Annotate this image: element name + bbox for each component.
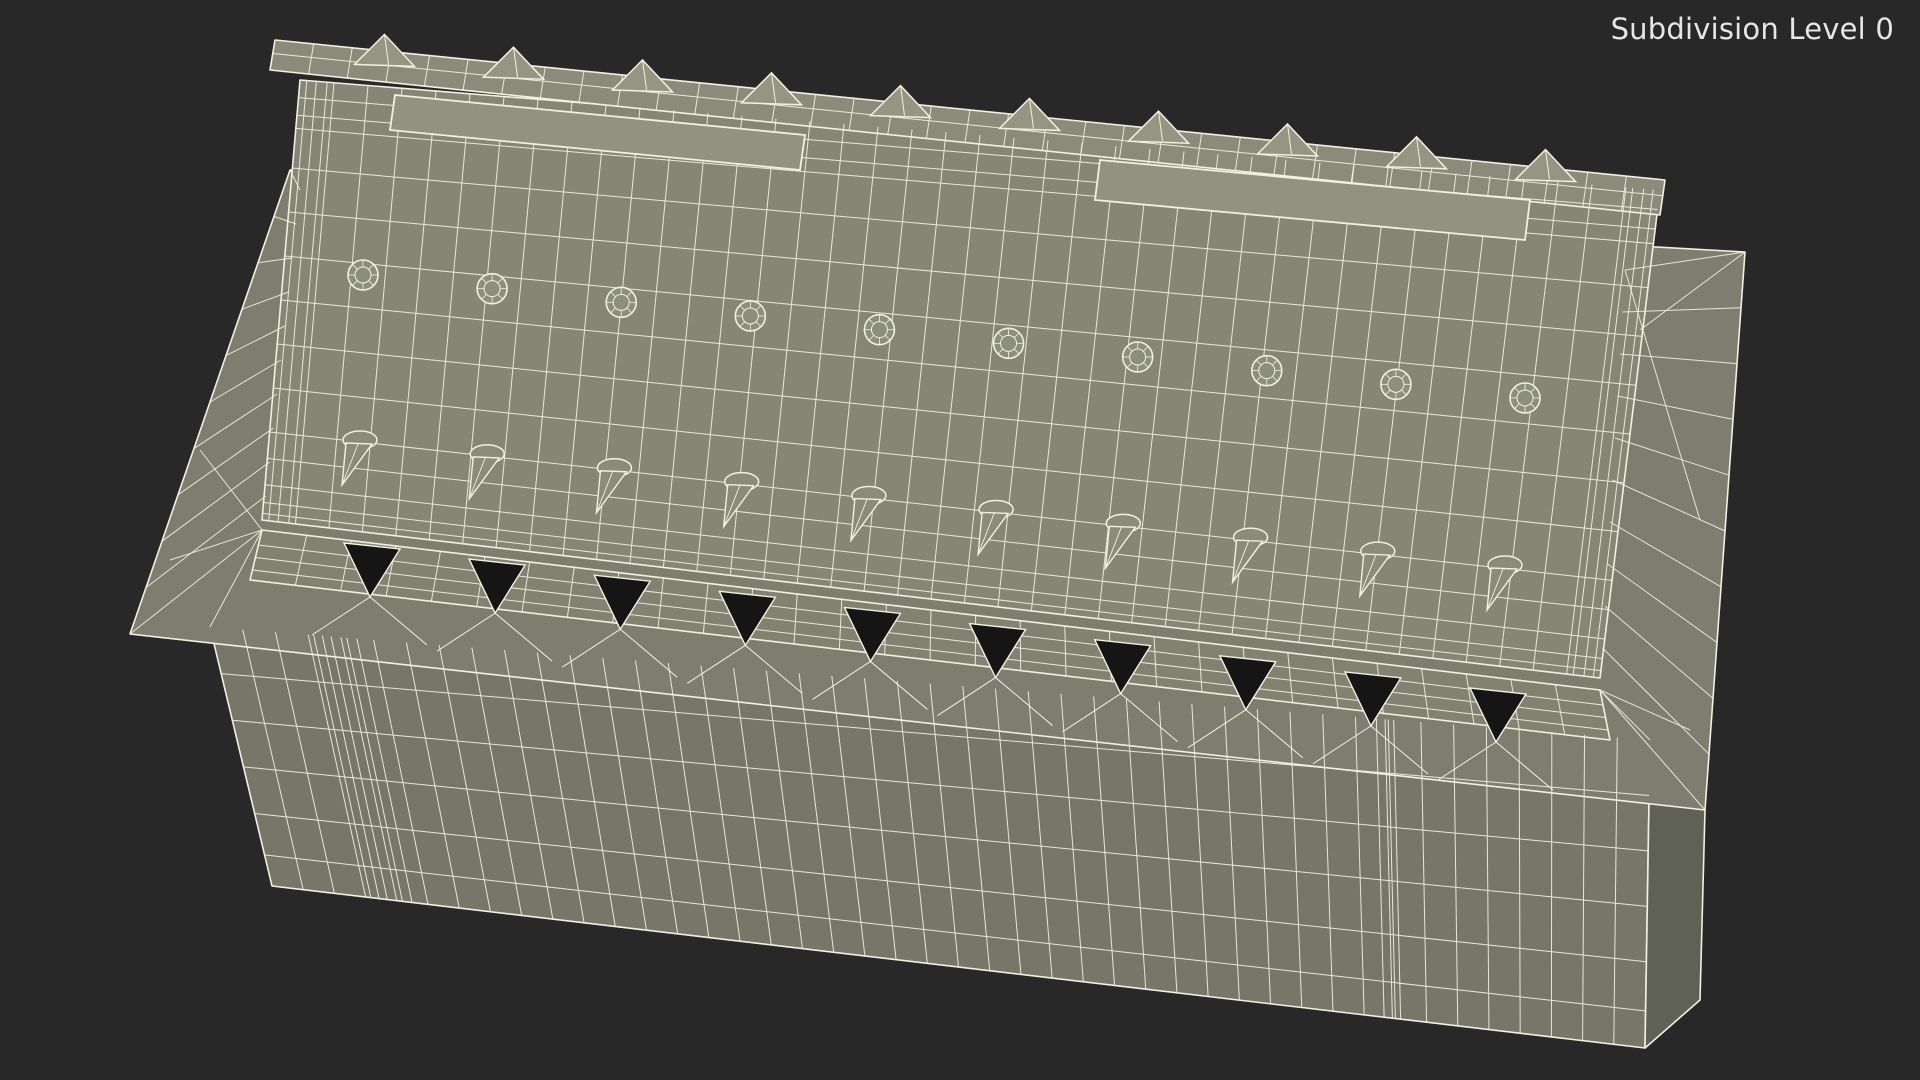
drum-stud [992,327,1025,360]
stud-inner [1387,375,1405,393]
stud-inner [1000,334,1018,352]
drum-stud [1250,354,1283,387]
drum-stud [605,286,638,319]
drum-stud [863,313,896,346]
drum-stud [1380,368,1412,401]
subdivision-level-label: Subdivision Level 0 [1610,12,1894,46]
drum-stud [1121,341,1154,373]
stud-inner [354,266,372,284]
drum-stud [347,259,379,291]
stud-inner [483,280,501,298]
model-faces [129,39,1746,1049]
stud-inner [612,293,630,311]
stud-inner [1258,362,1276,380]
stud-inner [741,307,759,325]
stud-inner [1516,389,1534,407]
drum-stud [1509,382,1541,414]
wireframe-model [129,33,1746,1049]
drum-stud [476,272,508,305]
stud-inner [1129,348,1147,366]
stud-inner [870,321,888,339]
3d-viewport[interactable]: Subdivision Level 0 [0,0,1920,1080]
drum-stud [734,300,767,332]
